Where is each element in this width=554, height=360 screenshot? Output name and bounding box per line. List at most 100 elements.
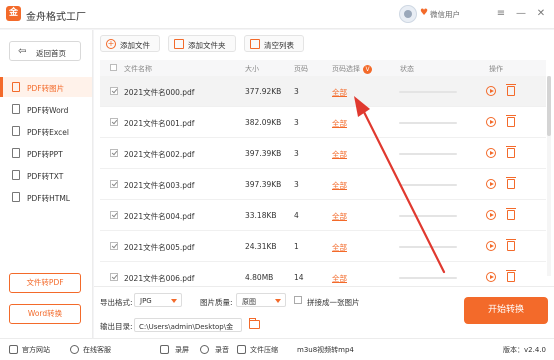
header-status: 状态 (400, 65, 414, 73)
sidebar-item-label: PDF转图片 (27, 84, 65, 93)
row-checkbox[interactable] (110, 242, 118, 250)
page-select-link[interactable]: 全部 (332, 180, 347, 191)
back-home-button[interactable]: ⇦ 返回首页 (9, 41, 81, 61)
scrollbar[interactable] (547, 76, 551, 276)
file-size: 4.80MB (245, 273, 274, 282)
page-count: 3 (294, 87, 299, 96)
page-count: 4 (294, 211, 299, 220)
quality-select[interactable]: 原图 (236, 293, 286, 307)
row-checkbox[interactable] (110, 273, 118, 281)
file-to-pdf-button[interactable]: 文件转PDF (9, 273, 81, 293)
trash-icon[interactable] (506, 177, 516, 189)
clear-list-button[interactable]: 清空列表 (244, 35, 304, 52)
word-convert-button[interactable]: Word转换 (9, 304, 81, 324)
open-folder-icon[interactable] (249, 318, 260, 329)
sidebar-item-pdf-to-html[interactable]: PDF转HTML (0, 187, 92, 207)
file-name: 2021文件名006.pdf (124, 274, 195, 283)
trash-icon[interactable] (506, 115, 516, 127)
output-path-field[interactable]: C:\Users\admin\Desktop\金 ••• (134, 318, 242, 332)
row-checkbox[interactable] (110, 180, 118, 188)
sidebar-item-pdf-to-txt[interactable]: PDF转TXT (0, 165, 92, 185)
play-icon[interactable] (486, 179, 496, 189)
footer-audio-record[interactable]: 录音 (215, 345, 229, 355)
page-select-link[interactable]: 全部 (332, 149, 347, 160)
play-icon[interactable] (486, 117, 496, 127)
play-icon[interactable] (486, 86, 496, 96)
settings-panel: 导出格式: JPG 图片质量: 原图 拼接成一张图片 输出目录: C:\User… (94, 286, 554, 338)
table-row[interactable]: 2021文件名001.pdf 382.09KB 3 全部 (100, 107, 546, 138)
table-row[interactable]: 2021文件名003.pdf 397.39KB 3 全部 (100, 169, 546, 200)
footer-file-compress[interactable]: 文件压缩 (250, 345, 278, 355)
sidebar-item-label: PDF转Excel (27, 128, 69, 137)
footer-screen-record[interactable]: 录屏 (175, 345, 189, 355)
page-select-link[interactable]: 全部 (332, 211, 347, 222)
row-checkbox[interactable] (110, 149, 118, 157)
menu-icon[interactable]: ≡ (494, 7, 508, 21)
page-count: 3 (294, 149, 299, 158)
trash-icon[interactable] (506, 208, 516, 220)
trash-icon[interactable] (506, 84, 516, 96)
close-icon[interactable]: ✕ (534, 7, 548, 21)
select-all-checkbox[interactable] (110, 64, 117, 71)
header-pages: 页码 (294, 65, 308, 73)
play-icon[interactable] (486, 272, 496, 282)
scroll-thumb[interactable] (547, 76, 551, 136)
footer-customer-service[interactable]: 在线客服 (83, 345, 111, 355)
file-size: 24.31KB (245, 242, 277, 251)
page-count: 14 (294, 273, 304, 282)
table-row[interactable]: 2021文件名002.pdf 397.39KB 3 全部 (100, 138, 546, 169)
table-row[interactable]: 2021文件名004.pdf 33.18KB 4 全部 (100, 200, 546, 231)
add-folder-button[interactable]: 添加文件夹 (168, 35, 236, 52)
version-text: 版本：v2.4.0 (503, 346, 546, 354)
table-row[interactable]: 2021文件名006.pdf 4.80MB 14 全部 (100, 262, 546, 284)
vip-heart-icon: ♥ (420, 8, 429, 18)
sidebar-item-pdf-to-image[interactable]: PDF转图片 (0, 77, 92, 97)
add-file-button[interactable]: + 添加文件 (100, 35, 160, 52)
user-avatar[interactable] (399, 5, 417, 23)
header-page-select: 页码选择 V (332, 64, 372, 74)
format-select[interactable]: JPG (134, 293, 182, 307)
page-select-link[interactable]: 全部 (332, 273, 347, 284)
user-name[interactable]: 微信用户 (430, 9, 460, 20)
file-name: 2021文件名002.pdf (124, 150, 195, 159)
sidebar-item-pdf-to-excel[interactable]: PDF转Excel (0, 121, 92, 141)
file-size: 377.92KB (245, 87, 282, 96)
footer: 官方网站 在线客服 录屏 录音 文件压缩 m3u8视频转mp4 版本：v2.4.… (0, 338, 554, 360)
trash-icon (250, 39, 260, 49)
sidebar-item-pdf-to-ppt[interactable]: PDF转PPT (0, 143, 92, 163)
trash-icon[interactable] (506, 239, 516, 251)
file-name: 2021文件名000.pdf (124, 88, 195, 97)
footer-m3u8-to-mp4[interactable]: m3u8视频转mp4 (297, 345, 354, 355)
document-icon (12, 104, 20, 114)
clear-list-label: 清空列表 (264, 41, 294, 50)
quality-label: 图片质量: (200, 298, 233, 307)
page-select-link[interactable]: 全部 (332, 87, 347, 98)
back-arrow-icon: ⇦ (18, 46, 27, 57)
row-checkbox[interactable] (110, 118, 118, 126)
minimize-icon[interactable]: — (514, 7, 528, 21)
trash-icon[interactable] (506, 146, 516, 158)
screen-record-icon (160, 345, 169, 354)
row-checkbox[interactable] (110, 87, 118, 95)
output-path-value: C:\Users\admin\Desktop\金 (139, 323, 234, 331)
start-convert-button[interactable]: 开始转换 (464, 297, 548, 324)
chevron-down-icon (171, 299, 177, 303)
table-row[interactable]: 2021文件名005.pdf 24.31KB 1 全部 (100, 231, 546, 262)
table-row[interactable]: 2021文件名000.pdf 377.92KB 3 全部 (100, 76, 546, 107)
play-icon[interactable] (486, 241, 496, 251)
footer-website[interactable]: 官方网站 (22, 345, 50, 355)
page-select-dropdown-icon[interactable]: V (363, 64, 372, 74)
trash-icon[interactable] (506, 270, 516, 282)
header-name: 文件名称 (124, 65, 152, 73)
row-checkbox[interactable] (110, 211, 118, 219)
play-icon[interactable] (486, 210, 496, 220)
play-icon[interactable] (486, 148, 496, 158)
merge-checkbox[interactable] (294, 296, 302, 304)
sidebar-item-label: PDF转PPT (27, 150, 63, 159)
progress-bar (399, 153, 457, 155)
page-count: 1 (294, 242, 299, 251)
sidebar-item-pdf-to-word[interactable]: PDF转Word (0, 99, 92, 119)
page-count: 3 (294, 118, 299, 127)
page-select-link[interactable]: 全部 (332, 118, 347, 129)
page-select-link[interactable]: 全部 (332, 242, 347, 253)
